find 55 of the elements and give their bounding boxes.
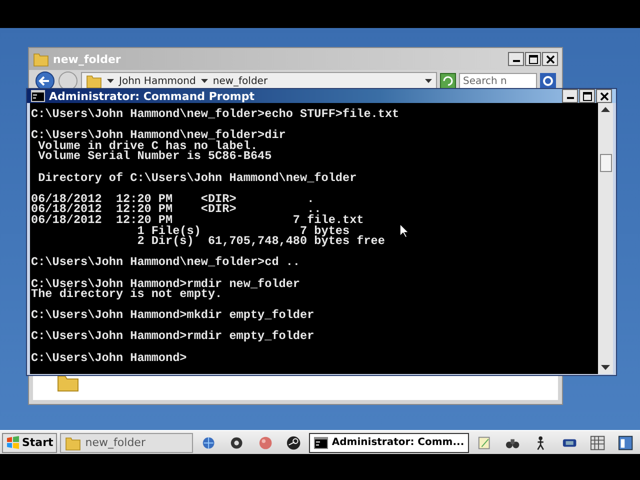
console-line: C:\Users\John Hammond>rmdir empty_folder [31,331,314,342]
minimize-icon [566,97,574,99]
ball-icon[interactable] [258,434,273,450]
folder-icon [33,51,49,67]
console-line: 06/18/2012 12:20 PM 7 file.txt [31,214,364,226]
console-line: Volume in drive C has no label. [37,140,258,152]
console-line: Volume Serial Number is 5C86-B645 [37,151,272,162]
caret-icon [200,78,208,84]
search-icon [540,73,556,89]
scrollbar-thumb[interactable] [600,154,612,172]
taskbar-button[interactable]: new_folder [60,432,194,452]
console-line: The directory is not empty. [31,289,222,300]
refresh-icon [440,73,456,89]
console-line: Directory of C:\Users\John Hammond\new_folder [37,172,357,184]
scroll-down-icon [601,364,610,371]
console-line: C:\Users\John Hammond>rmdir new_folder [31,278,300,290]
close-icon [546,54,554,64]
folder-icon [65,434,82,450]
scrollbar[interactable] [598,103,613,374]
console-line: 06/18/2012 12:20 PM <DIR> . [31,194,314,204]
console-line: C:\Users\John Hammond>mkdir empty_folder [31,310,314,321]
maximize-button[interactable] [579,89,595,103]
console-line: C:\Users\John Hammond\new_folder>echo STUFF>file.txt [31,109,400,120]
maximize-icon [582,92,592,100]
minimize-icon [512,60,520,62]
console-icon [314,436,328,448]
caret-icon [425,78,432,84]
console-line: C:\Users\John Hammond> [31,352,187,364]
mouse-pointer-icon [399,223,409,238]
maximize-button[interactable] [525,52,541,66]
window-icon[interactable] [618,434,633,450]
scroll-up-icon [601,106,610,112]
console-line: 1 File(s) 7 bytes [136,226,350,236]
breadcrumb-item[interactable]: John Hammond [119,76,196,86]
taskbar-button[interactable]: Administrator: Comm... [308,432,470,452]
notepad-icon[interactable] [477,434,492,450]
search-field[interactable]: Search n [459,73,537,89]
grid-icon[interactable] [590,434,605,450]
close-button[interactable] [542,52,558,66]
close-icon [600,92,608,100]
console-line: 2 Dir(s) 61,705,748,480 bytes free [136,236,385,247]
caret-icon [107,78,114,84]
window-title: new_folder [53,52,122,66]
window-title: Administrator: Command Prompt [49,90,256,102]
minimize-button[interactable] [562,89,578,103]
close-button[interactable] [596,89,612,103]
forward-icon [58,71,78,91]
console-line: C:\Users\John Hammond\new_folder>dir [31,130,286,141]
maximize-icon [528,54,538,64]
minimize-button[interactable] [508,52,524,66]
globe-icon[interactable] [201,434,216,450]
console-line: C:\Users\John Hammond\new_folder>cd .. [31,257,300,268]
breadcrumb-item[interactable]: new_folder [212,76,268,86]
console-line: 06/18/2012 12:20 PM <DIR> .. [31,204,322,215]
start-button[interactable]: Start [2,432,58,452]
